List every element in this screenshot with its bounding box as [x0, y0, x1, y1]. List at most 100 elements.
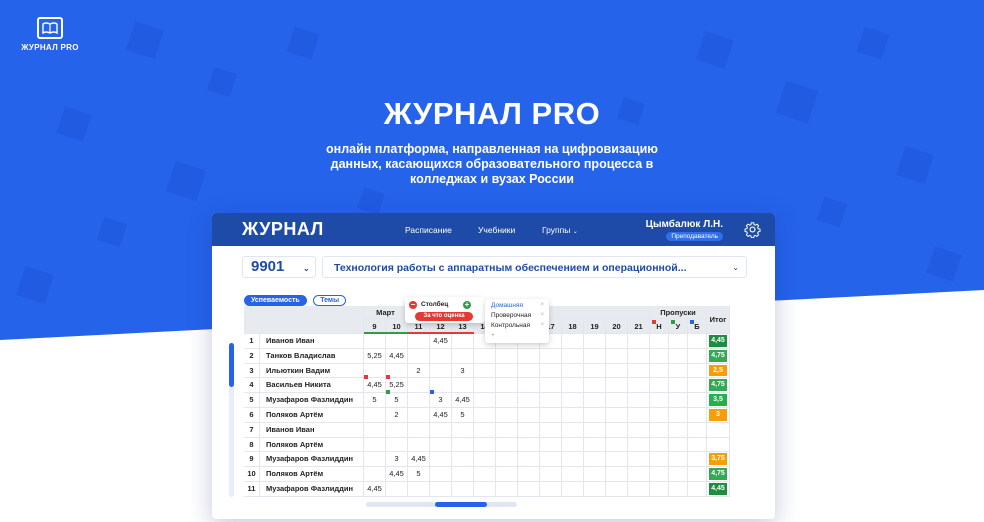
grade-cell[interactable]	[584, 422, 606, 438]
grade-cell[interactable]	[364, 422, 386, 438]
absence-cell[interactable]	[650, 348, 669, 364]
student-name[interactable]: Музафаров Фазлиддин	[260, 393, 364, 408]
grade-cell[interactable]	[540, 437, 562, 453]
grade-cell[interactable]	[606, 452, 628, 468]
grade-cell[interactable]: 3	[386, 452, 408, 468]
grade-cell[interactable]	[540, 422, 562, 438]
grade-cell[interactable]: 4,45	[430, 334, 452, 349]
grade-cell[interactable]	[430, 437, 452, 453]
grade-cell[interactable]: 4,45	[364, 378, 386, 394]
absence-cell[interactable]	[650, 363, 669, 379]
dropdown-item-quiz[interactable]: Проверочная	[491, 312, 531, 319]
day-header[interactable]: 20	[606, 319, 628, 334]
student-name[interactable]: Иванов Иван	[260, 334, 364, 349]
grade-cell[interactable]	[562, 408, 584, 423]
grade-cell[interactable]	[562, 467, 584, 482]
grade-cell[interactable]: 2	[386, 408, 408, 423]
absence-cell[interactable]	[650, 393, 669, 408]
student-name[interactable]: Поляков Артём	[260, 437, 364, 453]
grade-cell[interactable]	[540, 467, 562, 482]
grade-cell[interactable]	[540, 452, 562, 468]
grade-cell[interactable]	[496, 437, 518, 453]
student-name[interactable]: Танков Владислав	[260, 348, 364, 364]
grade-cell[interactable]	[474, 408, 496, 423]
grade-cell[interactable]	[606, 482, 628, 497]
day-header[interactable]: 21	[628, 319, 650, 334]
absence-cell[interactable]	[688, 363, 707, 379]
absence-cell[interactable]	[669, 378, 688, 394]
grade-cell[interactable]	[452, 467, 474, 482]
grade-cell[interactable]	[518, 452, 540, 468]
grade-cell[interactable]: 3	[430, 393, 452, 408]
absence-cell[interactable]	[688, 422, 707, 438]
dropdown-item-homework[interactable]: Домашняя	[491, 302, 523, 309]
nav-groups[interactable]: Группы ⌄	[542, 225, 578, 235]
student-name[interactable]: Иванов Иван	[260, 422, 364, 438]
absence-cell[interactable]	[688, 378, 707, 394]
grade-cell[interactable]	[628, 334, 650, 349]
grade-cell[interactable]	[364, 452, 386, 468]
absence-cell[interactable]	[669, 467, 688, 482]
grade-cell[interactable]	[496, 467, 518, 482]
absence-cell[interactable]	[650, 467, 669, 482]
grade-cell[interactable]: 5	[408, 467, 430, 482]
absence-cell[interactable]	[688, 452, 707, 468]
grade-cell[interactable]	[540, 482, 562, 497]
grade-cell[interactable]	[430, 452, 452, 468]
grade-cell[interactable]	[584, 393, 606, 408]
grade-cell[interactable]	[562, 348, 584, 364]
grade-cell[interactable]	[540, 363, 562, 379]
grade-cell[interactable]	[474, 348, 496, 364]
absence-cell[interactable]	[669, 393, 688, 408]
grade-cell[interactable]	[628, 348, 650, 364]
grade-cell[interactable]	[408, 393, 430, 408]
grade-cell[interactable]	[496, 393, 518, 408]
grade-cell[interactable]: 5	[364, 393, 386, 408]
grade-cell[interactable]	[408, 348, 430, 364]
absence-cell[interactable]	[669, 408, 688, 423]
grade-cell[interactable]: 4,45	[452, 393, 474, 408]
grade-cell[interactable]	[628, 422, 650, 438]
grade-cell[interactable]	[518, 408, 540, 423]
day-header[interactable]: 18	[562, 319, 584, 334]
grade-cell[interactable]	[584, 452, 606, 468]
student-name[interactable]: Васильев Никита	[260, 378, 364, 394]
grade-cell[interactable]	[562, 422, 584, 438]
student-name[interactable]: Музафаров Фазлиддин	[260, 452, 364, 468]
app-brand[interactable]: ЖУРНАЛ	[242, 219, 324, 240]
grade-cell[interactable]: 3	[452, 363, 474, 379]
absence-cell[interactable]	[688, 437, 707, 453]
grade-cell[interactable]	[364, 408, 386, 423]
grade-cell[interactable]	[474, 393, 496, 408]
grade-cell[interactable]: 4,45	[364, 482, 386, 497]
grade-cell[interactable]: 5,25	[364, 348, 386, 364]
day-header[interactable]: 19	[584, 319, 606, 334]
grade-cell[interactable]	[540, 408, 562, 423]
absence-cell[interactable]	[688, 334, 707, 349]
grade-cell[interactable]	[540, 378, 562, 394]
grade-cell[interactable]	[584, 334, 606, 349]
grade-cell[interactable]: 4,45	[386, 348, 408, 364]
grade-cell[interactable]	[628, 437, 650, 453]
grade-cell[interactable]: 4,45	[386, 467, 408, 482]
absence-cell[interactable]	[669, 334, 688, 349]
grade-cell[interactable]	[562, 334, 584, 349]
grade-cell[interactable]	[562, 393, 584, 408]
grade-cell[interactable]	[496, 378, 518, 394]
grade-cell[interactable]: 4,45	[408, 452, 430, 468]
grade-cell[interactable]	[540, 393, 562, 408]
grade-cell[interactable]	[518, 482, 540, 497]
grade-cell[interactable]	[408, 437, 430, 453]
grade-cell[interactable]	[606, 363, 628, 379]
grade-cell[interactable]	[408, 378, 430, 394]
grade-cell[interactable]	[584, 348, 606, 364]
gear-icon[interactable]	[744, 221, 761, 238]
grade-cell[interactable]	[628, 378, 650, 394]
grade-cell[interactable]	[408, 422, 430, 438]
subject-select[interactable]: Технология работы с аппаратным обеспечен…	[322, 256, 747, 278]
grade-cell[interactable]	[628, 482, 650, 497]
absence-cell[interactable]	[669, 437, 688, 453]
close-icon[interactable]: ×	[540, 322, 544, 328]
student-name[interactable]: Поляков Артём	[260, 408, 364, 423]
grade-cell[interactable]	[452, 437, 474, 453]
